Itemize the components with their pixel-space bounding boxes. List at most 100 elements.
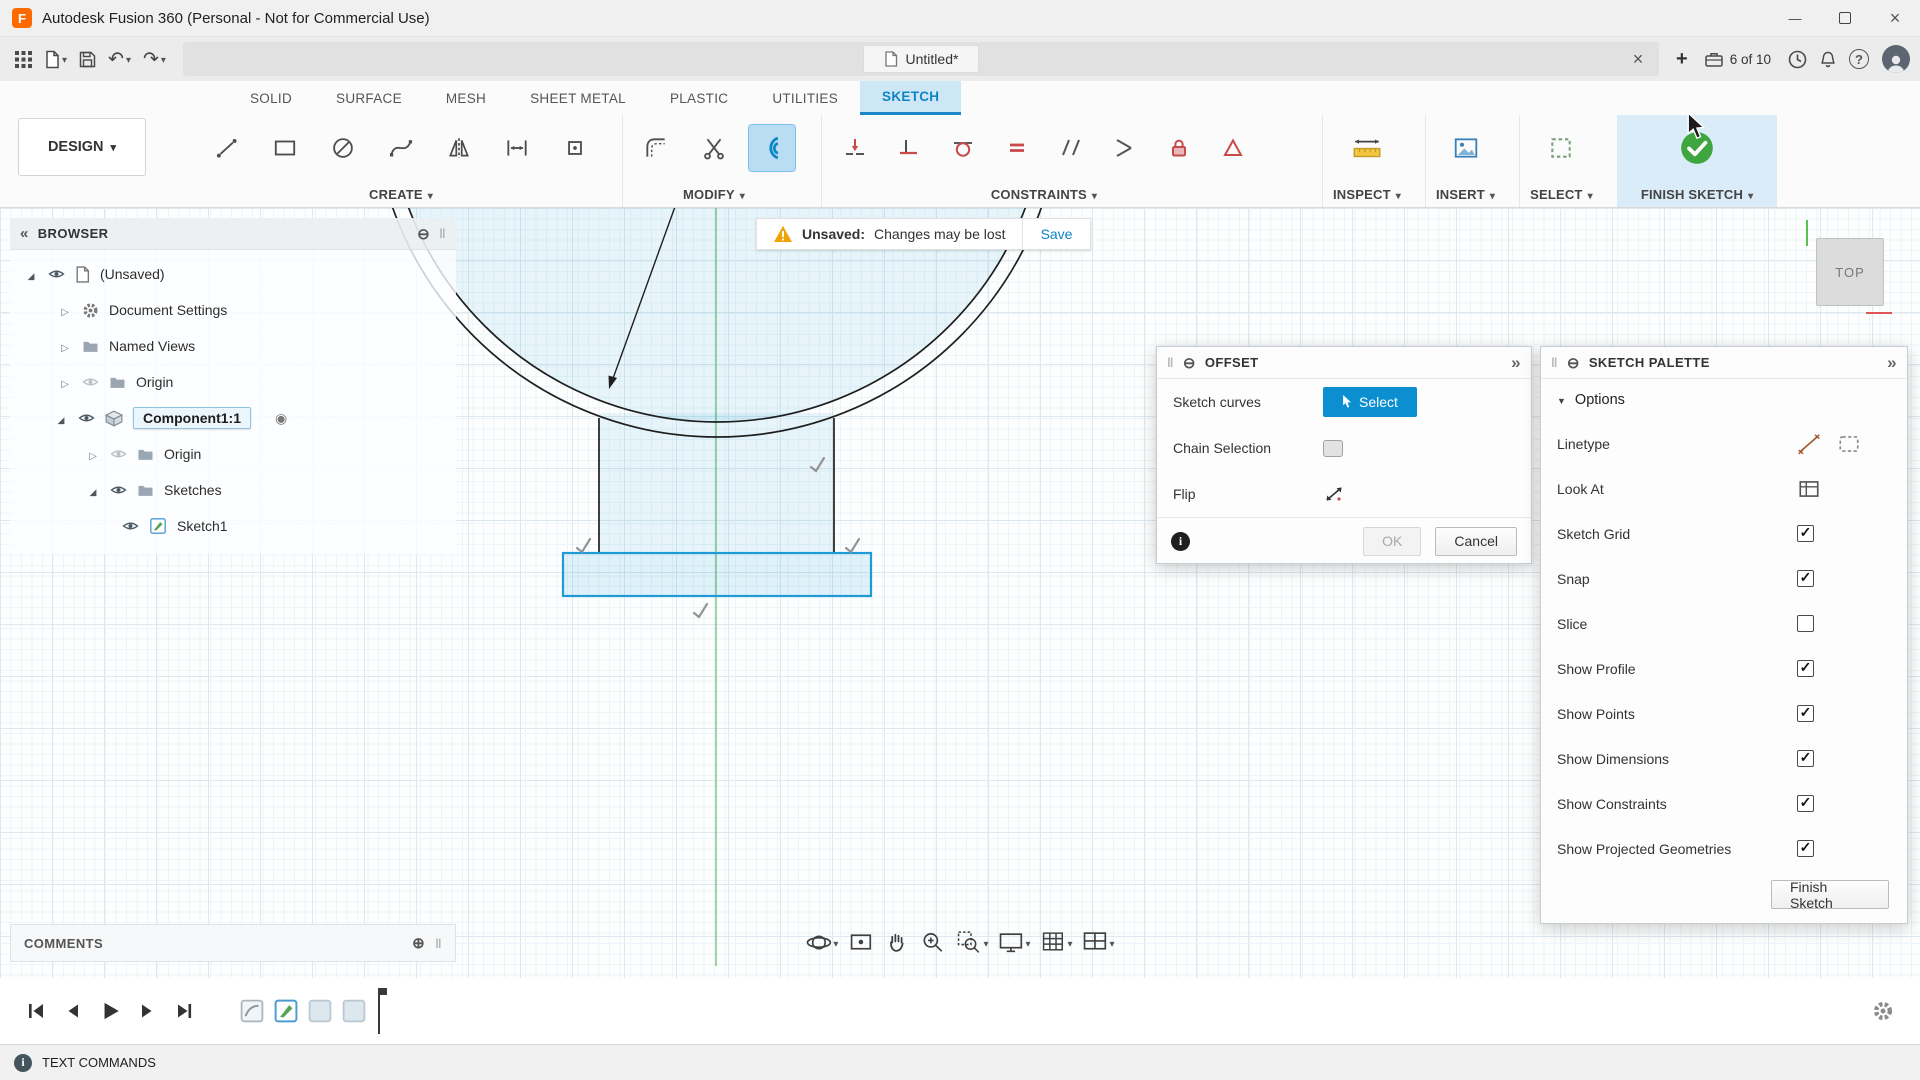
palette-expand-icon[interactable] [1887,353,1897,373]
parallel-constraint[interactable] [1048,125,1094,171]
timeline-settings-button[interactable] [1872,1000,1894,1022]
tab-sketch[interactable]: SKETCH [860,81,961,115]
browser-item-sketch1[interactable]: Sketch1 [10,508,456,544]
show-profile-checkbox[interactable] [1797,660,1814,677]
mirror-tool[interactable] [436,125,482,171]
text-commands-icon[interactable] [14,1054,32,1072]
expand-open-icon[interactable] [54,410,68,426]
info-icon[interactable] [1171,532,1190,551]
finish-sketch-label[interactable]: FINISH SKETCH [1641,181,1754,207]
save-button[interactable] [74,42,101,76]
new-tab-button[interactable] [1671,42,1693,76]
browser-item-component[interactable]: Component1:1 [10,400,456,436]
line-tool[interactable] [204,125,250,171]
chain-selection-checkbox[interactable] [1323,440,1343,457]
equal-constraint[interactable] [994,125,1040,171]
orbit-button[interactable] [802,927,841,958]
tab-solid[interactable]: SOLID [228,81,314,115]
create-group-label[interactable]: CREATE [369,181,433,207]
centerline-icon[interactable] [1837,433,1861,455]
tab-utilities[interactable]: UTILITIES [750,81,860,115]
select-curves-button[interactable]: Select [1323,387,1417,417]
panel-minus-icon[interactable] [417,225,430,243]
redo-button[interactable] [138,42,171,76]
timeline-position-marker[interactable] [371,988,387,1034]
flip-button[interactable] [1323,484,1515,504]
timeline-feature-icon[interactable] [239,998,265,1024]
help-button[interactable] [1844,42,1874,76]
visibility-eye-icon[interactable] [48,268,65,280]
options-section-header[interactable]: Options [1541,379,1907,421]
show-projected-geometries-checkbox[interactable] [1797,840,1814,857]
timeline-suppressed-feature-icon[interactable] [307,998,333,1024]
inspect-group-label[interactable]: INSPECT [1333,181,1401,207]
timeline-play-button[interactable] [94,995,126,1027]
timeline-step-back-button[interactable] [57,995,89,1027]
file-menu-button[interactable] [39,42,72,76]
document-tab[interactable]: Untitled* [863,45,980,73]
horizontal-vertical-constraint[interactable] [832,125,878,171]
tangent-constraint[interactable] [940,125,986,171]
select-group-label[interactable]: SELECT [1530,181,1593,207]
save-link[interactable]: Save [1022,219,1091,249]
perpendicular-constraint[interactable] [1102,125,1148,171]
palette-minus-icon[interactable] [1567,354,1580,372]
slice-checkbox[interactable] [1797,615,1814,632]
construction-line-icon[interactable] [1797,433,1821,455]
cancel-button[interactable]: Cancel [1435,527,1517,556]
grid-settings-button[interactable] [1037,927,1076,958]
palette-grip-icon[interactable] [1551,355,1558,370]
browser-item-sketches[interactable]: Sketches [10,472,456,508]
tab-mesh[interactable]: MESH [424,81,508,115]
select-tool[interactable] [1538,125,1584,171]
visibility-eye-icon[interactable] [78,412,95,424]
maximize-button[interactable] [1820,0,1870,36]
pan-button[interactable] [880,927,913,958]
modeling-canvas[interactable]: BROWSER (Unsaved) Document Settings [0,208,1920,978]
alerts-bell-button[interactable] [1814,42,1842,76]
sketch-palette-header[interactable]: SKETCH PALETTE [1541,347,1907,379]
expand-closed-icon[interactable] [58,338,72,354]
measure-tool[interactable] [1339,125,1395,171]
expand-closed-icon[interactable] [58,302,72,318]
zoom-button[interactable] [916,927,949,958]
look-at-button[interactable] [844,927,877,958]
dialog-grip-icon[interactable] [1167,355,1174,370]
display-settings-button[interactable] [994,927,1033,958]
modify-group-label[interactable]: MODIFY [683,181,745,207]
timeline-go-to-end-button[interactable] [168,995,200,1027]
insert-group-label[interactable]: INSERT [1436,181,1495,207]
text-commands-label[interactable]: TEXT COMMANDS [42,1055,156,1070]
show-dimensions-checkbox[interactable] [1797,750,1814,767]
timeline-go-to-start-button[interactable] [20,995,52,1027]
offset-dialog-header[interactable]: OFFSET [1157,347,1531,379]
sketch-grid-checkbox[interactable] [1797,525,1814,542]
visibility-eye-off-icon[interactable] [82,376,99,388]
user-avatar[interactable] [1882,45,1910,73]
collapse-panel-icon[interactable] [20,225,29,242]
show-points-checkbox[interactable] [1797,705,1814,722]
constraints-group-label[interactable]: CONSTRAINTS [991,181,1097,207]
close-button[interactable] [1870,0,1920,36]
visibility-eye-off-icon[interactable] [110,448,127,460]
app-grid-icon[interactable] [10,42,37,76]
activate-component-radio[interactable] [275,410,287,427]
coincident-constraint[interactable] [886,125,932,171]
notifications-clock-button[interactable] [1783,42,1812,76]
close-tab-button[interactable] [1625,46,1651,72]
design-workspace-selector[interactable]: DESIGN [18,118,146,176]
browser-item-named-views[interactable]: Named Views [10,328,456,364]
expand-open-icon[interactable] [86,482,100,498]
comments-bar[interactable]: COMMENTS [10,924,456,962]
dimension-tool[interactable] [494,125,540,171]
finish-sketch-palette-button[interactable]: Finish Sketch [1771,880,1889,909]
viewports-button[interactable] [1079,927,1118,958]
look-at-icon[interactable] [1797,478,1821,500]
fillet-tool[interactable] [633,125,679,171]
expand-closed-icon[interactable] [58,374,72,390]
midpoint-constraint[interactable] [1210,125,1256,171]
show-constraints-checkbox[interactable] [1797,795,1814,812]
tab-sheet-metal[interactable]: SHEET METAL [508,81,648,115]
offset-tool[interactable] [749,125,795,171]
point-tool[interactable] [552,125,598,171]
